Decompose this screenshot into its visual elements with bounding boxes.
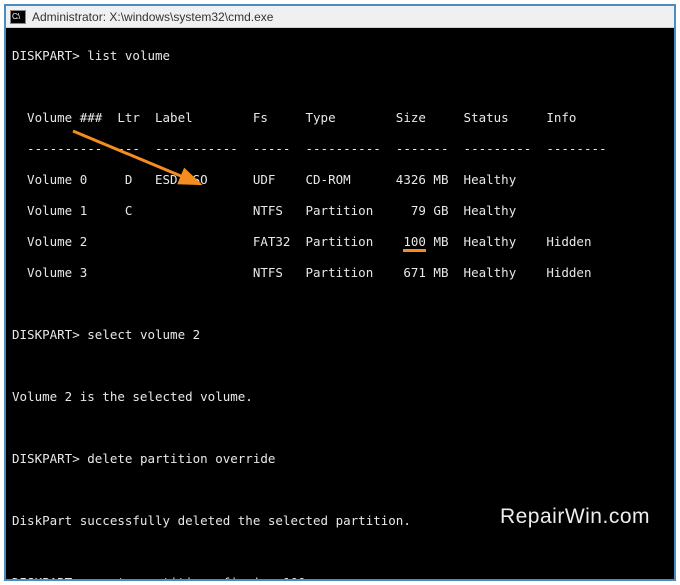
table-header: Volume ### Ltr Label Fs Type Size Status… [12,110,668,126]
table-row: Volume 1 C NTFS Partition 79 GB Healthy [12,203,668,219]
table-row: Volume 2 FAT32 Partition 100 MB Healthy … [12,234,668,250]
highlight-efi-size: 100 [283,575,306,580]
cmd-delete-partition: delete partition override [87,451,275,466]
prompt: DISKPART> [12,327,80,342]
cmd-list-volume: list volume [87,48,170,63]
msg-selected: Volume 2 is the selected volume. [12,389,668,405]
titlebar[interactable]: C:\ Administrator: X:\windows\system32\c… [6,6,674,28]
table-row: Volume 3 NTFS Partition 671 MB Healthy H… [12,265,668,281]
table-divider: ---------- --- ----------- ----- -------… [12,141,668,157]
window-title: Administrator: X:\windows\system32\cmd.e… [32,10,273,24]
terminal-area[interactable]: DISKPART> list volume Volume ### Ltr Lab… [6,28,674,579]
cmd-create-partition-pre: create partition efi size= [87,575,283,580]
prompt: DISKPART> [12,575,80,580]
prompt: DISKPART> [12,48,80,63]
prompt: DISKPART> [12,451,80,466]
window-frame: C:\ Administrator: X:\windows\system32\c… [4,4,676,581]
watermark: RepairWin.com [500,505,650,529]
highlight-size: 100 [403,234,426,252]
table-row: Volume 0 D ESD-ISO UDF CD-ROM 4326 MB He… [12,172,668,188]
cmd-select-volume: select volume 2 [87,327,200,342]
cmd-icon: C:\ [10,10,26,24]
